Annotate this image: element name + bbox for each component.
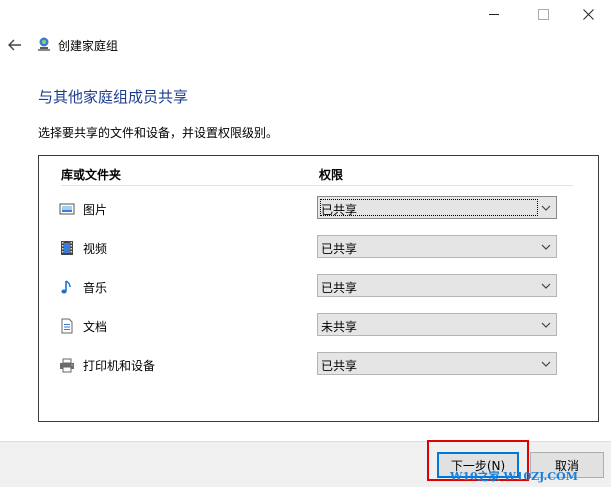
permission-dropdown-videos[interactable]: 已共享: [317, 235, 557, 258]
videos-icon: [61, 241, 73, 255]
column-header-library: 库或文件夹: [61, 168, 122, 182]
close-button[interactable]: [565, 0, 611, 28]
share-row-videos: 视频 已共享: [39, 235, 598, 261]
share-row-pictures: 图片 已共享: [39, 196, 598, 222]
row-label: 音乐: [83, 281, 108, 295]
share-row-printers: 打印机和设备 已共享: [39, 352, 598, 378]
window-title: 创建家庭组: [58, 39, 119, 53]
share-row-documents: 文档 未共享: [39, 313, 598, 339]
chevron-down-icon: [541, 205, 551, 211]
pictures-icon: [59, 203, 75, 215]
sharing-panel: 库或文件夹 权限 图片 已共享 视频 已共享 音乐 已共享 文档 未共享 打印机…: [38, 155, 599, 422]
chevron-down-icon: [541, 244, 551, 250]
row-label: 图片: [83, 203, 108, 217]
maximize-button[interactable]: [520, 0, 566, 28]
back-arrow-icon[interactable]: [6, 36, 24, 54]
minimize-icon: [489, 13, 499, 15]
column-header-permission: 权限: [319, 168, 344, 182]
header-divider: [61, 185, 573, 186]
row-label: 视频: [83, 242, 108, 256]
permission-dropdown-printers[interactable]: 已共享: [317, 352, 557, 375]
share-row-music: 音乐 已共享: [39, 274, 598, 300]
title-bar: [0, 0, 611, 28]
permission-dropdown-music[interactable]: 已共享: [317, 274, 557, 297]
dropdown-value: 已共享: [321, 203, 358, 217]
watermark-text: W10之家 W10ZJ.COM: [450, 470, 578, 483]
dropdown-value: 已共享: [321, 281, 358, 295]
page-heading: 与其他家庭组成员共享: [38, 88, 189, 106]
row-label: 打印机和设备: [83, 359, 156, 373]
permission-dropdown-pictures[interactable]: 已共享: [317, 196, 557, 219]
chevron-down-icon: [541, 322, 551, 328]
documents-icon: [61, 318, 73, 334]
chevron-down-icon: [541, 283, 551, 289]
instruction-text: 选择要共享的文件和设备，并设置权限级别。: [38, 126, 279, 140]
music-icon: [61, 280, 71, 294]
printer-icon: [60, 358, 74, 373]
minimize-button[interactable]: [471, 0, 517, 28]
navigation-bar: 创建家庭组: [0, 30, 611, 60]
row-label: 文档: [83, 320, 108, 334]
dropdown-value: 已共享: [321, 242, 358, 256]
chevron-down-icon: [541, 361, 551, 367]
dropdown-value: 未共享: [321, 320, 358, 334]
close-icon: [582, 8, 594, 20]
dropdown-value: 已共享: [321, 359, 358, 373]
homegroup-icon: [38, 37, 50, 51]
maximize-icon: [537, 8, 549, 20]
permission-dropdown-documents[interactable]: 未共享: [317, 313, 557, 336]
